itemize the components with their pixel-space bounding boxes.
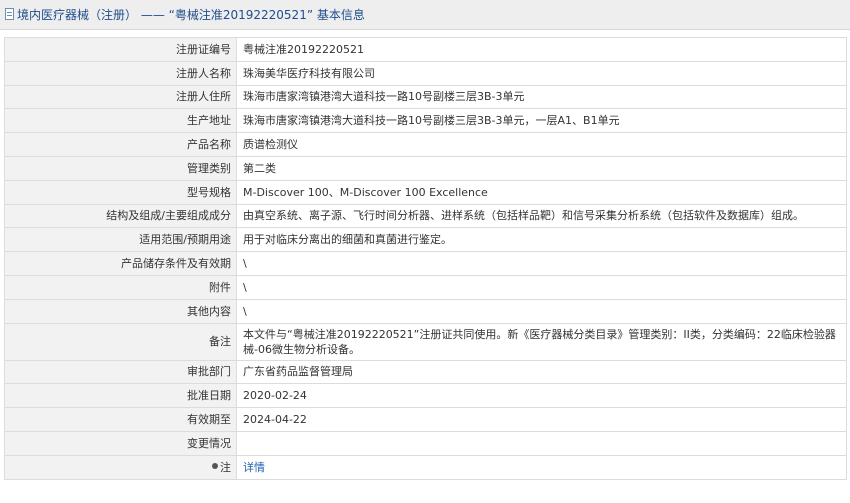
row-label: 生产地址: [4, 108, 237, 134]
row-label: 注册人名称: [4, 60, 237, 86]
row-label: 批准日期: [4, 383, 237, 409]
row-label: 变更情况: [4, 430, 237, 456]
row-label: 其他内容: [4, 298, 237, 324]
table-row: 其他内容 \: [4, 298, 847, 324]
row-label: 型号规格: [4, 179, 237, 205]
table-row: 结构及组成/主要组成成分 由真空系统、离子源、飞行时间分析器、进样系统（包括样品…: [4, 203, 847, 229]
row-label: 产品名称: [4, 132, 237, 157]
note-value-cell: 详情: [236, 454, 847, 480]
table-row: 审批部门 广东省药品监督管理局: [4, 359, 847, 385]
pin-icon: [212, 463, 218, 470]
table-row: 备注 本文件与“粤械注准20192220521”注册证共同使用。新《医疗器械分类…: [4, 322, 847, 361]
document-icon: [5, 8, 14, 20]
table-row: 有效期至 2024-04-22: [4, 407, 847, 432]
row-value: 2020-02-24: [236, 383, 847, 409]
row-value: 由真空系统、离子源、飞行时间分析器、进样系统（包括样品靶）和信号采集分析系统（包…: [236, 203, 847, 229]
note-label-text: 注: [220, 460, 231, 474]
table-row: 变更情况: [4, 430, 847, 456]
table-row: 产品储存条件及有效期 \: [4, 251, 847, 276]
table-row: 注册证编号 粤械注准20192220521: [4, 37, 847, 62]
row-label: 注册人住所: [4, 84, 237, 110]
row-value: \: [236, 298, 847, 324]
row-value: 用于对临床分离出的细菌和真菌进行鉴定。: [236, 227, 847, 253]
row-label: 适用范围/预期用途: [4, 227, 237, 253]
table-row: 生产地址 珠海市唐家湾镇港湾大道科技一路10号副楼三层3B-3单元，一层A1、B…: [4, 108, 847, 134]
row-label: 附件: [4, 274, 237, 300]
row-label: 备注: [4, 322, 237, 361]
row-value: 本文件与“粤械注准20192220521”注册证共同使用。新《医疗器械分类目录》…: [236, 322, 847, 361]
row-label: 审批部门: [4, 359, 237, 385]
row-value: \: [236, 251, 847, 276]
table-row: 注 详情: [4, 454, 847, 480]
row-value: 粤械注准20192220521: [236, 37, 847, 62]
table-row: 适用范围/预期用途 用于对临床分离出的细菌和真菌进行鉴定。: [4, 227, 847, 253]
row-label: 管理类别: [4, 155, 237, 181]
table-row: 附件 \: [4, 274, 847, 300]
row-value: [236, 430, 847, 456]
row-label: 结构及组成/主要组成成分: [4, 203, 237, 229]
row-value: 2024-04-22: [236, 407, 847, 432]
row-value: 广东省药品监督管理局: [236, 359, 847, 385]
row-value: 第二类: [236, 155, 847, 181]
page-title: 境内医疗器械（注册） —— “粤械注准20192220521” 基本信息: [17, 8, 365, 22]
details-link[interactable]: 详情: [243, 461, 265, 474]
table-row: 批准日期 2020-02-24: [4, 383, 847, 409]
table-row: 型号规格 M-Discover 100、M-Discover 100 Excel…: [4, 179, 847, 205]
row-value: 珠海美华医疗科技有限公司: [236, 60, 847, 86]
note-label: 注: [212, 460, 231, 475]
info-table: 注册证编号 粤械注准20192220521 注册人名称 珠海美华医疗科技有限公司…: [4, 37, 847, 480]
row-value: 珠海市唐家湾镇港湾大道科技一路10号副楼三层3B-3单元: [236, 84, 847, 110]
row-value: 质谱检测仪: [236, 132, 847, 157]
row-value: 珠海市唐家湾镇港湾大道科技一路10号副楼三层3B-3单元，一层A1、B1单元: [236, 108, 847, 134]
page-header: 境内医疗器械（注册） —— “粤械注准20192220521” 基本信息: [0, 0, 850, 30]
table-row: 产品名称 质谱检测仪: [4, 132, 847, 157]
row-label: 有效期至: [4, 407, 237, 432]
table-row: 管理类别 第二类: [4, 155, 847, 181]
table-row: 注册人名称 珠海美华医疗科技有限公司: [4, 60, 847, 86]
row-label: 注册证编号: [4, 37, 237, 62]
table-row: 注册人住所 珠海市唐家湾镇港湾大道科技一路10号副楼三层3B-3单元: [4, 84, 847, 110]
row-label: 产品储存条件及有效期: [4, 251, 237, 276]
row-value: M-Discover 100、M-Discover 100 Excellence: [236, 179, 847, 205]
note-label-cell: 注: [4, 454, 237, 480]
row-value: \: [236, 274, 847, 300]
